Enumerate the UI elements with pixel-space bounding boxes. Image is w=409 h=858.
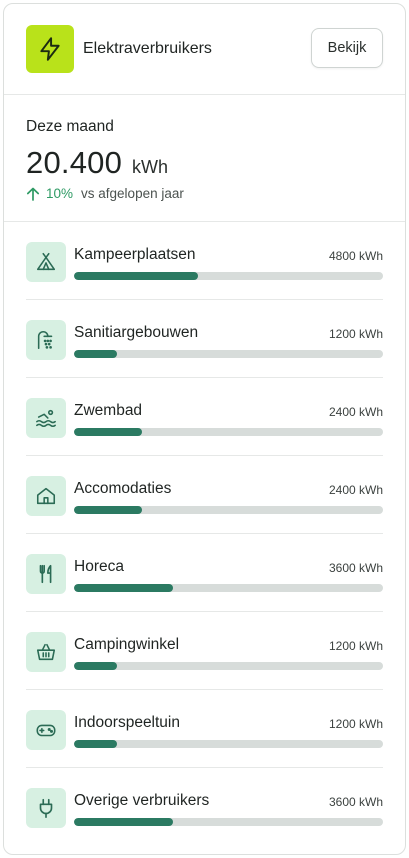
consumer-row[interactable]: Kampeerplaatsen 4800 kWh: [26, 222, 383, 300]
usage-bar-fill: [74, 350, 118, 358]
basket-icon: [26, 632, 66, 672]
usage-bar-track: [74, 350, 383, 358]
usage-bar-track: [74, 506, 383, 514]
arrow-up-icon: [26, 187, 40, 201]
consumer-name: Zwembad: [74, 402, 143, 419]
consumer-name: Sanitiargebouwen: [74, 324, 199, 341]
consumer-row[interactable]: Campingwinkel 1200 kWh: [26, 612, 383, 690]
usage-bar-fill: [74, 506, 142, 514]
usage-bar-fill: [74, 272, 198, 280]
consumer-value: 1200 kWh: [328, 639, 383, 653]
consumer-row[interactable]: Sanitiargebouwen 1200 kWh: [26, 300, 383, 378]
usage-bar-track: [74, 818, 383, 826]
consumer-name: Horeca: [74, 558, 124, 575]
usage-bar-track: [74, 272, 383, 280]
usage-bar-fill: [74, 662, 118, 670]
consumer-value: 1200 kWh: [328, 717, 383, 731]
swimming-icon: [26, 398, 66, 438]
lightning-icon: [26, 25, 74, 73]
shower-icon: [26, 320, 66, 360]
trend-text: vs afgelopen jaar: [81, 186, 184, 201]
consumer-row[interactable]: Horeca 3600 kWh: [26, 534, 383, 612]
consumer-name: Accomodaties: [74, 480, 172, 497]
monthly-summary: Deze maand 20.400 kWh 10% vs afgelopen j…: [4, 95, 405, 222]
consumer-name: Overige verbruikers: [74, 792, 210, 809]
total-unit: kWh: [132, 157, 169, 177]
gamepad-icon: [26, 710, 66, 750]
consumer-name: Kampeerplaatsen: [74, 246, 196, 263]
consumer-row[interactable]: Zwembad 2400 kWh: [26, 378, 383, 456]
total-usage: 20.400 kWh: [26, 145, 168, 181]
consumer-value: 1200 kWh: [328, 327, 383, 341]
consumer-name: Indoorspeeltuin: [74, 714, 180, 731]
usage-bar-fill: [74, 818, 173, 826]
usage-bar-fill: [74, 740, 118, 748]
usage-bar-fill: [74, 428, 142, 436]
card-title: Elektraverbruikers: [83, 40, 212, 57]
consumer-row[interactable]: Overige verbruikers 3600 kWh: [26, 768, 383, 846]
plug-icon: [26, 788, 66, 828]
total-value: 20.400: [26, 145, 123, 180]
usage-bar-track: [74, 662, 383, 670]
tent-icon: [26, 242, 66, 282]
usage-bar-fill: [74, 584, 173, 592]
consumer-value: 2400 kWh: [328, 483, 383, 497]
usage-bar-track: [74, 740, 383, 748]
consumer-row[interactable]: Accomodaties 2400 kWh: [26, 456, 383, 534]
cutlery-icon: [26, 554, 66, 594]
consumer-list: Kampeerplaatsen 4800 kWh Sanitiargebouwen 1…: [4, 222, 405, 846]
consumer-value: 4800 kWh: [328, 249, 383, 263]
view-button[interactable]: Bekijk: [311, 28, 383, 68]
consumer-name: Campingwinkel: [74, 636, 180, 653]
trend-percent: 10%: [46, 186, 74, 201]
consumer-row[interactable]: Indoorspeeltuin 1200 kWh: [26, 690, 383, 768]
consumer-value: 2400 kWh: [328, 405, 383, 419]
consumer-value: 3600 kWh: [328, 795, 383, 809]
period-label: Deze maand: [26, 118, 114, 135]
consumer-value: 3600 kWh: [328, 561, 383, 575]
card-header: Elektraverbruikers Bekijk: [4, 4, 405, 95]
trend-indicator: 10% vs afgelopen jaar: [26, 186, 184, 201]
usage-bar-track: [74, 584, 383, 592]
usage-bar-track: [74, 428, 383, 436]
house-icon: [26, 476, 66, 516]
energy-consumers-card: Elektraverbruikers Bekijk Deze maand 20.…: [3, 3, 406, 855]
